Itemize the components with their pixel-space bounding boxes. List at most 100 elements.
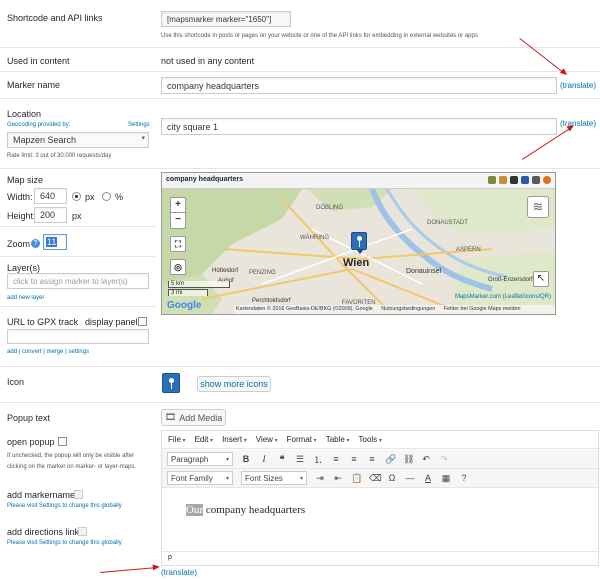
menu-view[interactable]: View <box>256 435 278 444</box>
width-input[interactable]: 640 <box>34 188 67 204</box>
percent-radio[interactable] <box>102 192 111 201</box>
unlink-icon[interactable]: ⛓ <box>403 454 414 465</box>
marker-name-input[interactable]: company headquarters <box>161 77 557 94</box>
map-place-label: PENZING <box>249 270 276 276</box>
link-icon[interactable]: 🔗 <box>385 454 396 465</box>
icon-label: Icon <box>7 377 25 387</box>
layers-input[interactable]: click to assign marker to layer(s) <box>7 273 149 289</box>
geocoding-provider-text: Geocoding provided by: <box>7 122 71 128</box>
location-row: Location Geocoding provided by: Settings… <box>0 98 600 168</box>
font-family-select[interactable]: Font Family <box>167 471 233 485</box>
bold-icon[interactable]: B <box>241 454 251 464</box>
qr-code-icon[interactable] <box>510 176 518 184</box>
clear-format-icon[interactable]: ⌫ <box>369 473 382 484</box>
px-radio[interactable] <box>72 192 81 201</box>
gpx-input[interactable] <box>7 329 149 344</box>
layers-icon[interactable]: ≋ <box>527 196 549 218</box>
paragraph-select[interactable]: Paragraph <box>167 452 233 466</box>
map-place-label: Hütteldorf <box>212 268 239 274</box>
add-directions-checkbox[interactable] <box>78 527 87 536</box>
percent-label: % <box>115 192 124 202</box>
zoom-label: Zoom <box>7 239 31 249</box>
hr-icon[interactable]: — <box>405 473 415 483</box>
outdent-icon[interactable]: ⇤ <box>333 473 343 484</box>
menu-file[interactable]: File <box>168 435 186 444</box>
used-value: not used in any content <box>161 56 255 66</box>
paste-text-icon[interactable]: 📋 <box>351 473 362 484</box>
add-directions-label: add directions link <box>7 527 80 537</box>
zoom-input[interactable]: 11 <box>43 234 67 250</box>
table-icon[interactable]: ▦ <box>441 473 451 484</box>
menu-format[interactable]: Format <box>287 435 317 444</box>
indent-icon[interactable]: ⇥ <box>315 473 325 484</box>
expand-arrow-icon[interactable]: ↖ <box>533 271 549 287</box>
rss-icon[interactable] <box>543 176 551 184</box>
popup-translate-link[interactable]: (translate) <box>161 568 197 577</box>
directions-settings-hint[interactable]: Please visit Settings to change this glo… <box>7 540 122 546</box>
geocoding-provider-value: Mapzen Search <box>13 135 77 145</box>
marker-name-translate-link[interactable]: (translate) <box>560 81 596 90</box>
map-size-row: Map size Width: 640 px % Height: 200 px <box>0 168 155 226</box>
geocoding-provider-select[interactable]: Mapzen Search ▾ <box>7 132 149 148</box>
blockquote-icon[interactable]: ❝ <box>277 454 287 465</box>
bus-icon[interactable] <box>499 176 507 184</box>
text-color-icon[interactable]: A <box>423 473 433 483</box>
undo-icon[interactable]: ↶ <box>421 454 431 465</box>
gpx-links[interactable]: add | convert | merge | settings <box>7 349 89 355</box>
location-input[interactable]: city square 1 <box>161 118 557 135</box>
terms-link[interactable]: Nutzungsbedingungen <box>381 306 435 312</box>
kml-icon[interactable] <box>532 176 540 184</box>
menu-insert[interactable]: Insert <box>222 435 247 444</box>
px-label: px <box>85 192 95 202</box>
help-icon[interactable]: ? <box>459 473 469 483</box>
align-right-icon[interactable]: ≡ <box>367 454 377 464</box>
report-link[interactable]: Fehler bei Google Maps melden <box>444 306 521 312</box>
shortcode-field[interactable]: [mapsmarker marker="1650"] <box>161 11 291 27</box>
display-panel-label: display panel <box>85 317 138 327</box>
height-input[interactable]: 200 <box>34 207 67 223</box>
add-media-button[interactable]: 🎞 Add Media <box>161 409 226 426</box>
editor-content[interactable]: Our company headquarters <box>162 488 598 552</box>
marker-pin-icon[interactable] <box>162 373 180 393</box>
locate-icon[interactable]: ◎ <box>170 259 186 275</box>
bullet-list-icon[interactable]: ☰ <box>295 454 305 465</box>
map-canvas[interactable]: DÖBLING DONAUSTADT WÄHRING Hütteldorf PE… <box>162 189 555 314</box>
add-markername-checkbox[interactable] <box>74 490 83 499</box>
fullscreen-icon[interactable]: ⛶ <box>170 236 186 252</box>
redo-icon[interactable]: ↷ <box>439 454 449 465</box>
chevron-down-icon: ▾ <box>141 135 145 142</box>
add-new-layer-link[interactable]: add new layer <box>7 295 44 301</box>
popup-editor[interactable]: File Edit Insert View Format Table Tools… <box>161 430 599 566</box>
zoom-in-button[interactable]: + <box>170 197 186 213</box>
zoom-out-button[interactable]: − <box>170 213 186 229</box>
paragraph-value: Paragraph <box>171 454 209 464</box>
marker-pin-icon[interactable] <box>351 232 367 254</box>
help-icon[interactable]: ? <box>31 239 40 248</box>
align-left-icon[interactable]: ≡ <box>331 454 341 464</box>
shortcode-row: Shortcode and API links [mapsmarker mark… <box>0 0 600 47</box>
scale-bar: 5 km <box>168 281 230 288</box>
layers-row: Layer(s) click to assign marker to layer… <box>0 256 155 306</box>
special-char-icon[interactable]: Ω <box>387 473 397 483</box>
numbered-list-icon[interactable]: ⒈ <box>313 453 323 466</box>
map-preview[interactable]: company headquarters DÖBLING DONAUSTADT … <box>161 172 556 315</box>
markername-settings-hint[interactable]: Please visit Settings to change this glo… <box>7 503 122 509</box>
map-credit-link[interactable]: MapsMarker.com (Leaflet/icons/QR) <box>455 294 551 300</box>
car-icon[interactable] <box>488 176 496 184</box>
menu-edit[interactable]: Edit <box>195 435 213 444</box>
align-center-icon[interactable]: ≡ <box>349 454 359 464</box>
open-popup-checkbox[interactable] <box>58 437 67 446</box>
geocoding-settings-link[interactable]: Settings <box>128 122 150 128</box>
display-panel-checkbox[interactable] <box>138 317 147 326</box>
fullscreen-icon[interactable] <box>521 176 529 184</box>
editor-toolbar-1: Paragraph B I ❝ ☰ ⒈ ≡ ≡ ≡ 🔗 ⛓ ↶ ↷ <box>162 450 598 469</box>
marker-name-label: Marker name <box>7 80 61 90</box>
location-translate-link[interactable]: (translate) <box>560 119 596 128</box>
show-more-icons-button[interactable]: show more icons <box>197 376 271 392</box>
menu-table[interactable]: Table <box>326 435 350 444</box>
italic-icon[interactable]: I <box>259 454 269 464</box>
menu-tools[interactable]: Tools <box>359 435 382 444</box>
font-sizes-select[interactable]: Font Sizes <box>241 471 307 485</box>
map-attribution: Kartendaten © 2016 GeoBasis-DE/BKG (©200… <box>234 305 555 314</box>
map-place-label: WÄHRING <box>300 235 329 241</box>
